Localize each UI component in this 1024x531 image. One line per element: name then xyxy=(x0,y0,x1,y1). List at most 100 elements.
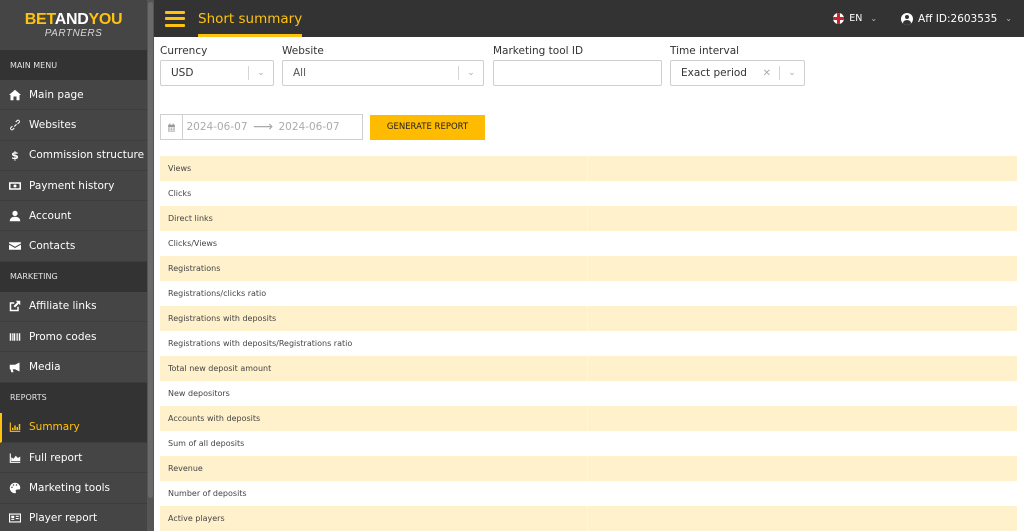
date-row: 2024-06-07 ⟶ 2024-06-07 GENERATE REPORT xyxy=(160,114,1017,140)
sidebar-item-main-page[interactable]: Main page xyxy=(0,80,147,111)
top-bar: Short summary EN ⌄ Aff ID:2603535 ⌄ xyxy=(154,0,1024,37)
sidebar-item-label: Summary xyxy=(29,421,80,434)
summary-row: Registrations with deposits/Registration… xyxy=(160,331,1017,356)
logo-part-and: AND xyxy=(54,10,89,28)
summary-row-value xyxy=(588,306,1017,331)
sidebar-item-summary[interactable]: Summary xyxy=(0,412,147,443)
chevron-down-icon[interactable]: ⌄ xyxy=(249,68,273,78)
sidebar-item-full-report[interactable]: Full report xyxy=(0,443,147,474)
summary-row-value xyxy=(588,206,1017,231)
filters-row: Currency USD ⌄ Website All ⌄ Marketing t… xyxy=(160,45,1017,86)
sidebar-item-label: Websites xyxy=(29,118,77,131)
menu-toggle-icon[interactable] xyxy=(165,10,185,27)
time-interval-select[interactable]: Exact period ✕ ⌄ xyxy=(670,60,805,86)
sidebar-item-label: Media xyxy=(29,361,61,374)
id-card-icon xyxy=(8,511,22,525)
sidebar-item-label: Commission structure xyxy=(29,149,145,162)
logo-subtitle: PARTNERS xyxy=(44,27,103,39)
date-to[interactable]: 2024-06-07 xyxy=(275,121,343,133)
summary-row-value xyxy=(588,281,1017,306)
section-marketing: MARKETING xyxy=(0,261,147,292)
sidebar-item-label: Main page xyxy=(29,88,84,101)
topbar-right: EN ⌄ Aff ID:2603535 ⌄ xyxy=(833,12,1024,25)
summary-row-label: Number of deposits xyxy=(168,489,247,498)
sidebar-item-label: Promo codes xyxy=(29,330,97,343)
currency-select[interactable]: USD ⌄ xyxy=(160,60,274,86)
sidebar-item-label: Marketing tools xyxy=(29,481,111,494)
summary-row-label: Direct links xyxy=(160,206,588,231)
summary-row-label: Registrations/clicks ratio xyxy=(168,289,267,298)
sidebar-item-label: Full report xyxy=(29,451,83,464)
summary-row-value xyxy=(588,356,1017,381)
user-circle-icon xyxy=(901,12,914,25)
palette-icon xyxy=(8,481,22,495)
summary-row-value xyxy=(588,381,1017,406)
summary-row-value xyxy=(588,406,1017,431)
logo-part-you: YOU xyxy=(88,10,123,28)
sidebar-item-contacts[interactable]: Contacts xyxy=(0,231,147,262)
envelope-icon xyxy=(8,239,22,253)
brand-logo[interactable]: BETANDYOU PARTNERS xyxy=(0,0,147,50)
sidebar-item-affiliate-links[interactable]: Affiliate links xyxy=(0,292,147,323)
sidebar-item-label: Account xyxy=(29,209,72,222)
home-icon xyxy=(8,88,22,102)
area-chart-icon xyxy=(8,451,22,465)
user-menu[interactable]: Aff ID:2603535 ⌄ xyxy=(901,12,1012,25)
date-range-picker[interactable]: 2024-06-07 ⟶ 2024-06-07 xyxy=(160,114,363,140)
language-code: EN xyxy=(849,13,863,24)
summary-row-label: New depositors xyxy=(168,389,230,398)
language-selector[interactable]: EN ⌄ xyxy=(833,13,877,24)
page-title: Short summary xyxy=(198,0,303,37)
money-bill-icon xyxy=(8,179,22,193)
sidebar-scrollbar[interactable] xyxy=(147,0,154,531)
summary-row: Views xyxy=(160,156,1017,181)
summary-row-value xyxy=(588,181,1017,206)
marketing-tool-id-wrapper xyxy=(493,60,662,86)
sidebar-item-label: Contacts xyxy=(29,240,76,253)
sidebar-item-account[interactable]: Account xyxy=(0,201,147,232)
date-from[interactable]: 2024-06-07 xyxy=(183,121,251,133)
summary-row-label: Revenue xyxy=(160,456,588,481)
marketing-tool-id-field: Marketing tool ID xyxy=(493,45,662,86)
summary-row-value xyxy=(588,431,1017,456)
summary-row: Revenue xyxy=(160,456,1017,481)
marketing-tool-id-input[interactable] xyxy=(494,61,661,85)
clear-icon[interactable]: ✕ xyxy=(763,68,771,79)
calendar-icon[interactable] xyxy=(161,115,183,139)
sidebar-item-commission-structure[interactable]: $ Commission structure xyxy=(0,141,147,171)
time-interval-value: Exact period xyxy=(681,67,747,79)
chevron-down-icon[interactable]: ⌄ xyxy=(459,68,483,78)
summary-row: Number of deposits xyxy=(160,481,1017,506)
time-interval-field: Time interval Exact period ✕ ⌄ xyxy=(670,45,805,86)
summary-row-value xyxy=(588,231,1017,256)
summary-row-value xyxy=(588,331,1017,356)
sidebar-item-media[interactable]: Media xyxy=(0,352,147,383)
summary-row: Total new deposit amount xyxy=(160,356,1017,381)
currency-value: USD xyxy=(171,67,194,79)
summary-row-label: Registrations xyxy=(160,256,588,281)
chevron-down-icon[interactable]: ⌄ xyxy=(780,68,804,78)
summary-row-value xyxy=(588,481,1017,506)
logo-part-bet: BET xyxy=(24,10,55,28)
website-field: Website All ⌄ xyxy=(282,45,484,86)
sidebar-item-promo-codes[interactable]: Promo codes xyxy=(0,322,147,353)
time-interval-label: Time interval xyxy=(670,45,740,57)
currency-field: Currency USD ⌄ xyxy=(160,45,274,86)
summary-row: Registrations/clicks ratio xyxy=(160,281,1017,306)
sidebar-item-websites[interactable]: Websites xyxy=(0,110,147,141)
summary-row-label: Active players xyxy=(160,506,588,531)
generate-report-button[interactable]: GENERATE REPORT xyxy=(370,114,485,140)
sidebar-item-marketing-tools[interactable]: Marketing tools xyxy=(0,473,147,504)
sidebar-item-player-report[interactable]: Player report xyxy=(0,504,147,531)
content: Currency USD ⌄ Website All ⌄ Marketing t… xyxy=(154,37,1024,531)
dollar-icon: $ xyxy=(11,148,19,162)
section-reports: REPORTS xyxy=(0,382,147,413)
summary-row-value xyxy=(588,506,1017,531)
megaphone-icon xyxy=(8,360,22,374)
summary-row: Active players xyxy=(160,506,1017,531)
summary-row-value xyxy=(588,256,1017,281)
website-select[interactable]: All ⌄ xyxy=(282,60,484,86)
summary-row: Registrations xyxy=(160,256,1017,281)
sidebar-scrollbar-thumb[interactable] xyxy=(148,2,153,498)
sidebar-item-payment-history[interactable]: Payment history xyxy=(0,171,147,202)
